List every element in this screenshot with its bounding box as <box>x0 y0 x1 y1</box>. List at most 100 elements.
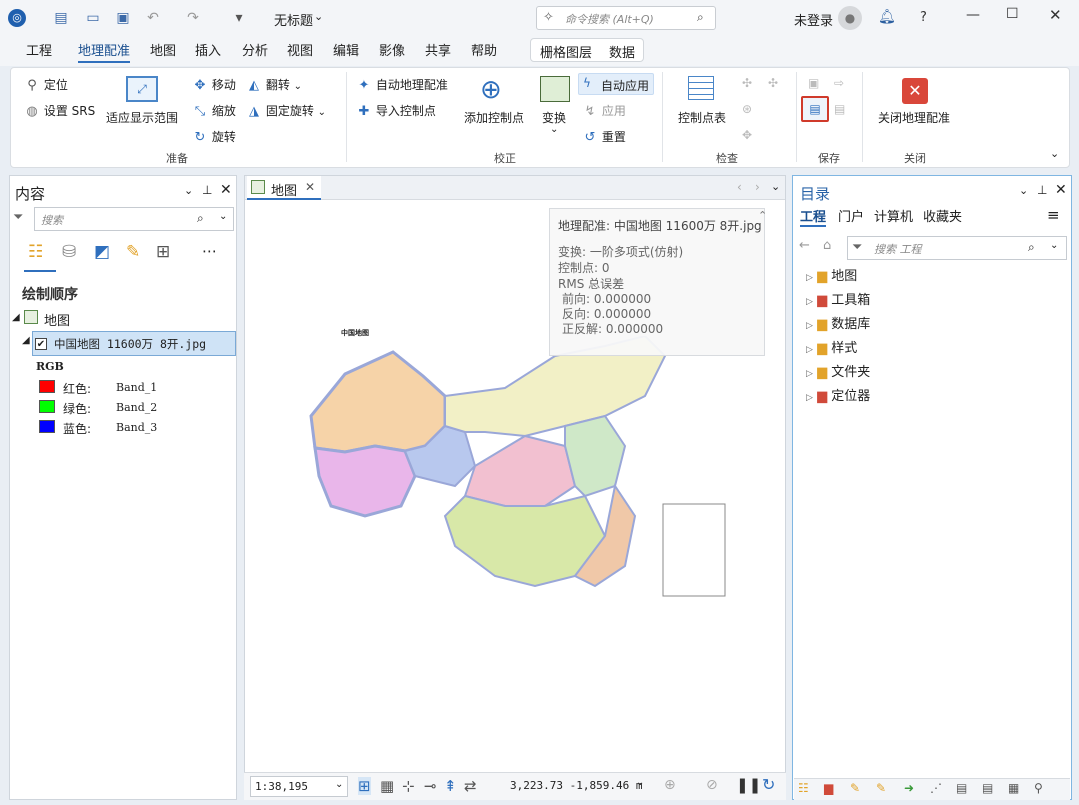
import-cp-button[interactable]: ✚ 导入控制点 <box>356 102 436 120</box>
chevron-down-icon[interactable]: ⌄ <box>636 777 644 788</box>
rotation-icon[interactable]: ⇄ <box>464 777 477 795</box>
catalog-item-toolboxes[interactable]: ▷ ▆ 工具箱 <box>806 290 870 312</box>
new-project-icon[interactable]: ▤ <box>52 9 70 27</box>
export-icon[interactable]: ▤ <box>834 102 845 116</box>
auto-apply-toggle[interactable]: ϟ 自动应用 <box>578 73 654 95</box>
open-project-icon[interactable]: ▭ <box>84 9 102 27</box>
set-srs-button[interactable]: ◍ 设置 SRS <box>24 102 95 120</box>
avatar[interactable]: ● <box>838 6 862 30</box>
fixed-rotate-button[interactable]: ◮ 固定旋转 ⌄ <box>246 102 326 120</box>
map-node[interactable]: 地图 <box>44 310 70 329</box>
data-source-icon[interactable]: ⛁ <box>62 242 76 262</box>
arrow-tab-icon[interactable]: ➜ <box>904 781 914 795</box>
table-grid-icon[interactable]: ▦ <box>380 777 394 795</box>
tab-imagery[interactable]: 影像 <box>379 41 405 63</box>
more-icon[interactable]: ⋯ <box>202 242 217 260</box>
snapping-icon[interactable]: ⊞ <box>156 242 170 262</box>
chevron-left-icon[interactable]: ‹ <box>737 180 742 194</box>
chevron-down-icon[interactable]: ⌄ <box>1019 184 1028 197</box>
minimize-icon[interactable]: — <box>966 7 980 23</box>
catalog-item-maps[interactable]: ▷ ▆ 地图 <box>806 266 857 288</box>
locate-tab-icon[interactable]: ⚲ <box>1034 781 1043 795</box>
catalog-search-input[interactable]: ⏷ 搜索 工程 ⌕ ⌄ <box>847 236 1067 260</box>
tab-georeference[interactable]: 地理配准 <box>78 41 131 63</box>
filter-icon[interactable]: ⏷ <box>13 210 23 225</box>
pause-icon[interactable]: ❚❚ <box>736 776 761 794</box>
back-icon[interactable]: ← <box>799 238 810 253</box>
apply-button[interactable]: ↯ 应用 <box>582 102 626 120</box>
tab-catalog-project[interactable]: 工程 <box>800 206 827 227</box>
catalog-item-styles[interactable]: ▷ ▆ 样式 <box>806 338 857 360</box>
north-icon[interactable]: ⇞ <box>444 777 457 795</box>
tab-view[interactable]: 视图 <box>287 41 313 63</box>
selection-icon[interactable]: ◩ <box>94 242 110 262</box>
layer-row-selected[interactable]: ✔ 中国地图 11600万 8开.jpg <box>32 331 236 356</box>
layer-visibility-checkbox[interactable]: ✔ <box>35 338 47 350</box>
save-as-new-icon[interactable]: ▤ <box>801 96 829 122</box>
save-icon[interactable]: ▣ <box>808 76 819 90</box>
pin-icon[interactable]: ⊥ <box>1037 183 1047 197</box>
table-tab-icon[interactable]: ▦ <box>1008 781 1019 795</box>
help-button[interactable]: ? <box>920 10 927 25</box>
snapping-icon[interactable]: ⊹ <box>402 777 415 795</box>
catalog-item-databases[interactable]: ▷ ▆ 数据库 <box>806 314 870 336</box>
editing-icon[interactable]: ✎ <box>126 242 140 262</box>
expand-icon[interactable]: ◢ <box>12 312 20 323</box>
notification-bell-icon[interactable]: 🔔︎ <box>878 9 896 25</box>
project-title[interactable]: 无标题 <box>274 10 313 29</box>
pan-cp-icon[interactable]: ⊛ <box>742 102 752 116</box>
fit-display-button[interactable]: ⤢ 适应显示范围 <box>106 76 180 126</box>
tab-catalog-computer[interactable]: 计算机 <box>874 206 913 225</box>
command-search[interactable]: ✧ 命令搜索 (Alt+Q) ⌕ <box>536 6 716 30</box>
move-button[interactable]: ✥ 移动 <box>192 76 236 94</box>
catalog-item-folders[interactable]: ▷ ▆ 文件夹 <box>806 362 870 384</box>
graph-tab-icon[interactable]: ⋰ <box>930 781 942 795</box>
save-as-icon[interactable]: ⇨ <box>834 76 844 90</box>
tab-insert[interactable]: 插入 <box>195 41 221 63</box>
auto-georef-button[interactable]: ✦ 自动地理配准 <box>356 76 448 94</box>
draw-order-icon[interactable]: ☷ <box>28 242 43 262</box>
tab-map[interactable]: 地图 <box>150 41 176 63</box>
delete-cp-icon[interactable]: ✥ <box>742 128 752 142</box>
flip-button[interactable]: ◭ 翻转 ⌄ <box>246 76 302 94</box>
close-georef-button[interactable]: ✕ 关闭地理配准 <box>876 76 954 126</box>
scale-button[interactable]: ⤡ 缩放 <box>192 102 236 120</box>
home-icon[interactable]: ⌂ <box>823 238 831 253</box>
note-tab-icon[interactable]: ▤ <box>956 781 967 795</box>
tab-catalog-portal[interactable]: 门户 <box>838 206 864 225</box>
grid-toggle-icon[interactable]: ⊞ <box>358 777 371 795</box>
catalog-item-locators[interactable]: ▷ ▆ 定位器 <box>806 386 870 408</box>
edit-tab-icon[interactable]: ✎ <box>850 781 860 795</box>
rotate-button[interactable]: ↻ 旋转 <box>192 128 236 146</box>
chevron-down-icon[interactable]: ⌄ <box>184 184 193 197</box>
arcgis-pro-icon[interactable]: ◎ <box>8 9 26 27</box>
tab-help[interactable]: 帮助 <box>471 41 497 63</box>
map-tab[interactable]: 地图 ✕ <box>247 176 321 200</box>
menu-icon[interactable]: ≡ <box>1047 206 1060 224</box>
customize-toolbar-icon[interactable]: ▾ <box>230 9 248 27</box>
pin-icon[interactable]: ⊥ <box>202 183 212 197</box>
tab-catalog-favorites[interactable]: 收藏夹 <box>923 206 962 225</box>
zoom-cp-icon[interactable]: ✣ <box>768 76 778 90</box>
expand-icon[interactable]: ◢ <box>22 335 30 346</box>
tab-share[interactable]: 共享 <box>425 41 451 63</box>
scale-selector[interactable]: 1:38,195 ⌄ <box>250 776 348 797</box>
locate-button[interactable]: ⚲ 定位 <box>24 76 68 94</box>
chevron-right-icon[interactable]: › <box>755 180 760 194</box>
tab-edit[interactable]: 编辑 <box>333 41 359 63</box>
transform-button[interactable]: 变换 ⌄ <box>538 76 574 136</box>
doc-tab-icon[interactable]: ▤ <box>982 781 993 795</box>
tab-raster-layer[interactable]: 栅格图层 <box>540 42 592 61</box>
cp-table-button[interactable]: 控制点表 <box>678 76 732 126</box>
close-icon[interactable]: ✕ <box>1055 182 1067 198</box>
chevron-down-icon[interactable]: ⌄ <box>314 10 323 23</box>
search-input[interactable]: 搜索 ⌕ ⌄ <box>34 207 234 231</box>
close-icon[interactable]: ✕ <box>1049 6 1062 24</box>
tab-data[interactable]: 数据 <box>609 42 635 61</box>
selection-count-icon[interactable]: ⊕ <box>664 777 676 793</box>
redo-icon[interactable]: ↷ <box>184 9 202 27</box>
map-view[interactable]: 地图 ✕ ‹ › ⌄ 中国地图 ⌃ 地理配准: 中国地图 11600万 8开.j… <box>244 175 786 800</box>
tab-analysis[interactable]: 分析 <box>242 41 268 63</box>
contents-tab-icon[interactable]: ☷ <box>798 781 809 795</box>
toolbox-tab-icon[interactable]: ▆ <box>824 781 833 795</box>
